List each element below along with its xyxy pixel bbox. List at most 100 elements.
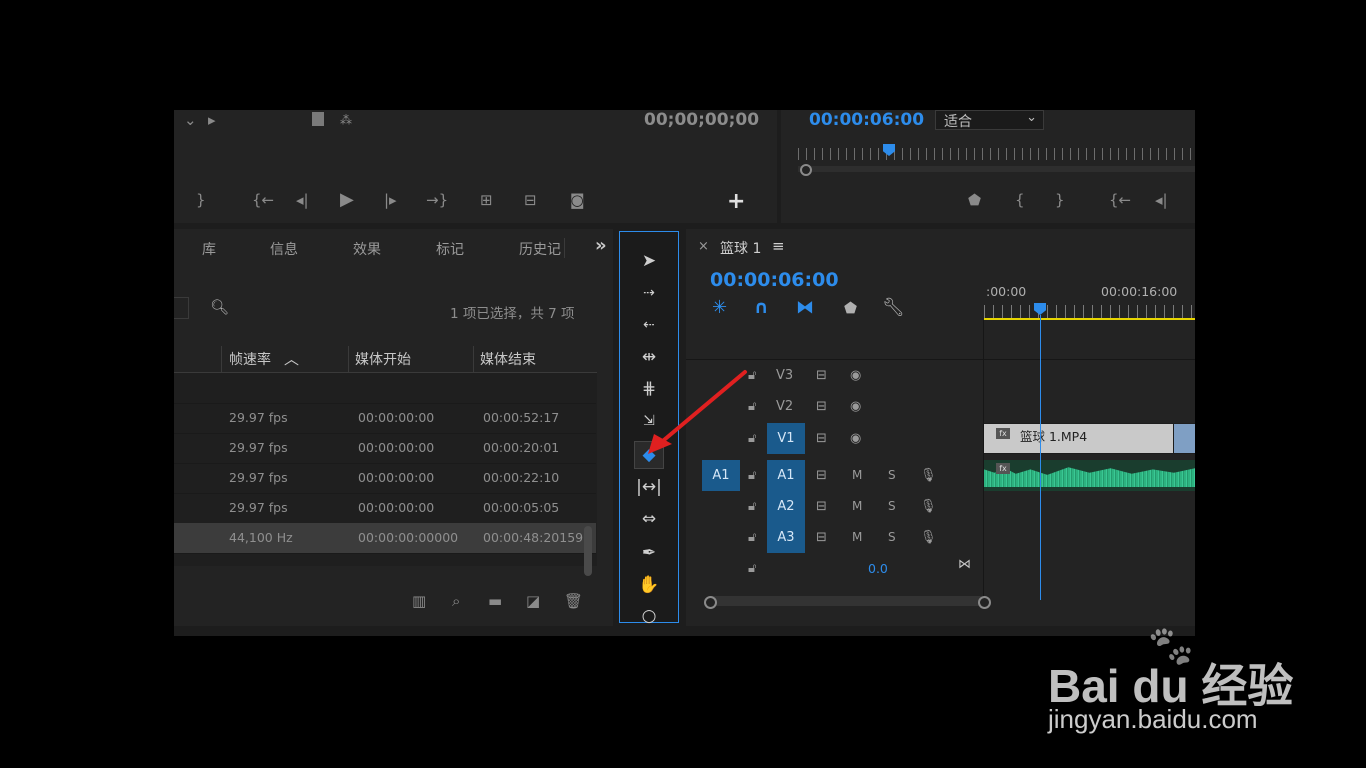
play-icon[interactable]: ▶	[340, 190, 354, 210]
scroll-handle-left[interactable]	[704, 596, 717, 609]
search-input[interactable]	[174, 297, 189, 319]
play-small-icon[interactable]: ▸	[208, 110, 216, 130]
list-scrollbar[interactable]	[584, 526, 592, 576]
step-back-icon[interactable]: ◂|	[296, 190, 309, 210]
find-bin-icon[interactable]: 🔍︎	[210, 297, 229, 317]
new-bin-icon[interactable]: ▬	[488, 591, 502, 611]
scroll-handle[interactable]	[800, 164, 812, 176]
sync-lock-icon[interactable]: ⊟	[816, 530, 827, 545]
slip-tool-icon[interactable]: |↔|	[619, 473, 679, 501]
column-frame-rate[interactable]: 帧速率	[229, 349, 271, 369]
nest-icon[interactable]: ✳	[712, 297, 727, 318]
solo-button[interactable]: S	[888, 499, 896, 513]
column-divider[interactable]	[221, 346, 222, 372]
sync-lock-icon[interactable]: ⊟	[816, 468, 827, 483]
table-row[interactable]: 29.97 fps 00:00:00:00 00:00:22:10	[174, 463, 596, 494]
pen-tool-icon[interactable]: ✒	[619, 539, 679, 567]
table-row-selected[interactable]: 44,100 Hz 00:00:00:00000 00:00:48:20159	[174, 523, 596, 554]
table-row[interactable]	[174, 373, 596, 404]
tab-library[interactable]: 库	[202, 239, 216, 259]
trash-icon[interactable]: 🗑︎	[564, 591, 583, 611]
go-to-in-icon[interactable]: {←	[252, 190, 274, 210]
timeline-timecode[interactable]: 00:00:06:00	[710, 269, 839, 291]
linked-selection-icon[interactable]: ⧓	[796, 297, 814, 318]
solo-button[interactable]: S	[888, 468, 896, 482]
video-clip-next[interactable]	[1174, 424, 1195, 453]
step-back-icon[interactable]: ◂|	[1155, 190, 1168, 210]
step-forward-icon[interactable]: |▸	[384, 190, 397, 210]
tab-effects[interactable]: 效果	[353, 239, 381, 259]
lock-icon[interactable]: 🔓︎	[748, 530, 756, 545]
camera-icon[interactable]: ◙	[570, 190, 585, 210]
search-icon[interactable]: ⌕	[452, 591, 460, 611]
snap-magnet-icon[interactable]: ∩	[754, 297, 769, 318]
mute-button[interactable]: M	[852, 468, 862, 482]
column-media-start[interactable]: 媒体开始	[355, 349, 411, 369]
track-name[interactable]: V3	[776, 368, 793, 383]
column-divider[interactable]	[473, 346, 474, 372]
track-select-tool-icon[interactable]: ⇢	[619, 279, 679, 307]
fit-select[interactable]: 适合 ⌄	[935, 110, 1044, 130]
sync-lock-icon[interactable]: ⊟	[816, 431, 827, 446]
go-to-in-icon[interactable]: {←	[1109, 190, 1131, 210]
chevron-down-icon[interactable]: ⌄	[184, 110, 197, 130]
mute-button[interactable]: M	[852, 530, 862, 544]
program-ruler[interactable]	[798, 148, 1195, 160]
close-sequence-button[interactable]: ×	[698, 239, 709, 254]
time-ruler[interactable]	[984, 305, 1195, 319]
mark-in-icon[interactable]: {	[1015, 190, 1025, 210]
eye-icon[interactable]: ◉	[850, 431, 861, 446]
zoom-scrollbar[interactable]	[798, 166, 1195, 172]
wrench-icon[interactable]: 🔧︎	[882, 297, 905, 318]
lock-icon[interactable]: 🔓︎	[748, 561, 756, 576]
eye-icon[interactable]: ◉	[850, 399, 861, 414]
mark-out-icon[interactable]: }	[1055, 190, 1065, 210]
table-row[interactable]: 29.97 fps 00:00:00:00 00:00:05:05	[174, 493, 596, 524]
column-divider[interactable]	[348, 346, 349, 372]
timeline-scrollbar[interactable]	[707, 596, 985, 606]
tab-history[interactable]: 历史记	[519, 239, 561, 259]
table-row[interactable]: 29.97 fps 00:00:00:00 00:00:52:17	[174, 403, 596, 434]
hand-tool-icon[interactable]: ✋	[619, 571, 679, 599]
mute-button[interactable]: M	[852, 499, 862, 513]
sync-lock-icon[interactable]: ⊟	[816, 399, 827, 414]
track-name[interactable]: V2	[776, 399, 793, 414]
lock-icon[interactable]: 🔓︎	[748, 499, 756, 514]
add-button[interactable]: +	[727, 189, 745, 214]
mark-out-icon[interactable]: }	[196, 190, 206, 210]
new-item-icon[interactable]: ◪	[526, 591, 540, 611]
playhead-line[interactable]	[1040, 315, 1041, 600]
solo-button[interactable]: S	[888, 530, 896, 544]
marker-icon[interactable]	[312, 112, 324, 126]
add-marker-icon[interactable]: ⬟	[968, 190, 981, 210]
selection-tool-icon[interactable]: ➤	[619, 247, 679, 275]
eye-icon[interactable]: ◉	[850, 368, 861, 383]
add-marker-icon[interactable]: ⬟	[844, 299, 857, 317]
work-area-bar[interactable]	[984, 318, 1195, 320]
track-target-v1[interactable]: V1	[767, 423, 805, 454]
audio-clip[interactable]: fx	[984, 460, 1195, 491]
tab-markers[interactable]: 标记	[436, 239, 464, 259]
freeform-view-icon[interactable]: ▥	[412, 591, 426, 611]
panel-menu-icon[interactable]: ≡	[772, 237, 785, 255]
microphone-icon[interactable]: 🎙︎	[920, 530, 937, 545]
video-clip[interactable]: fx 篮球 1.MP4	[984, 424, 1173, 453]
microphone-icon[interactable]: 🎙︎	[920, 499, 937, 514]
track-target-a2[interactable]: A2	[767, 491, 805, 522]
table-row[interactable]: 29.97 fps 00:00:00:00 00:00:20:01	[174, 433, 596, 464]
more-panels-button[interactable]: »	[595, 235, 607, 256]
overwrite-icon[interactable]: ⊟	[524, 190, 537, 210]
column-media-end[interactable]: 媒体结束	[480, 349, 536, 369]
master-volume[interactable]: 0.0	[868, 561, 888, 576]
sort-ascending-icon[interactable]: ︿	[284, 348, 299, 369]
scroll-handle-right[interactable]	[978, 596, 991, 609]
bowtie-icon[interactable]: ⋈	[958, 557, 971, 572]
insert-icon[interactable]: ⊞	[480, 190, 493, 210]
sequence-tab[interactable]: 篮球 1	[720, 238, 761, 258]
lock-icon[interactable]: 🔓︎	[748, 468, 756, 483]
sync-lock-icon[interactable]: ⊟	[816, 499, 827, 514]
waveform-icon[interactable]: ⁂	[340, 110, 352, 130]
microphone-icon[interactable]: 🎙︎	[920, 468, 937, 483]
slide-tool-icon[interactable]: ⇔	[619, 505, 679, 533]
go-to-out-icon[interactable]: →}	[426, 190, 448, 210]
